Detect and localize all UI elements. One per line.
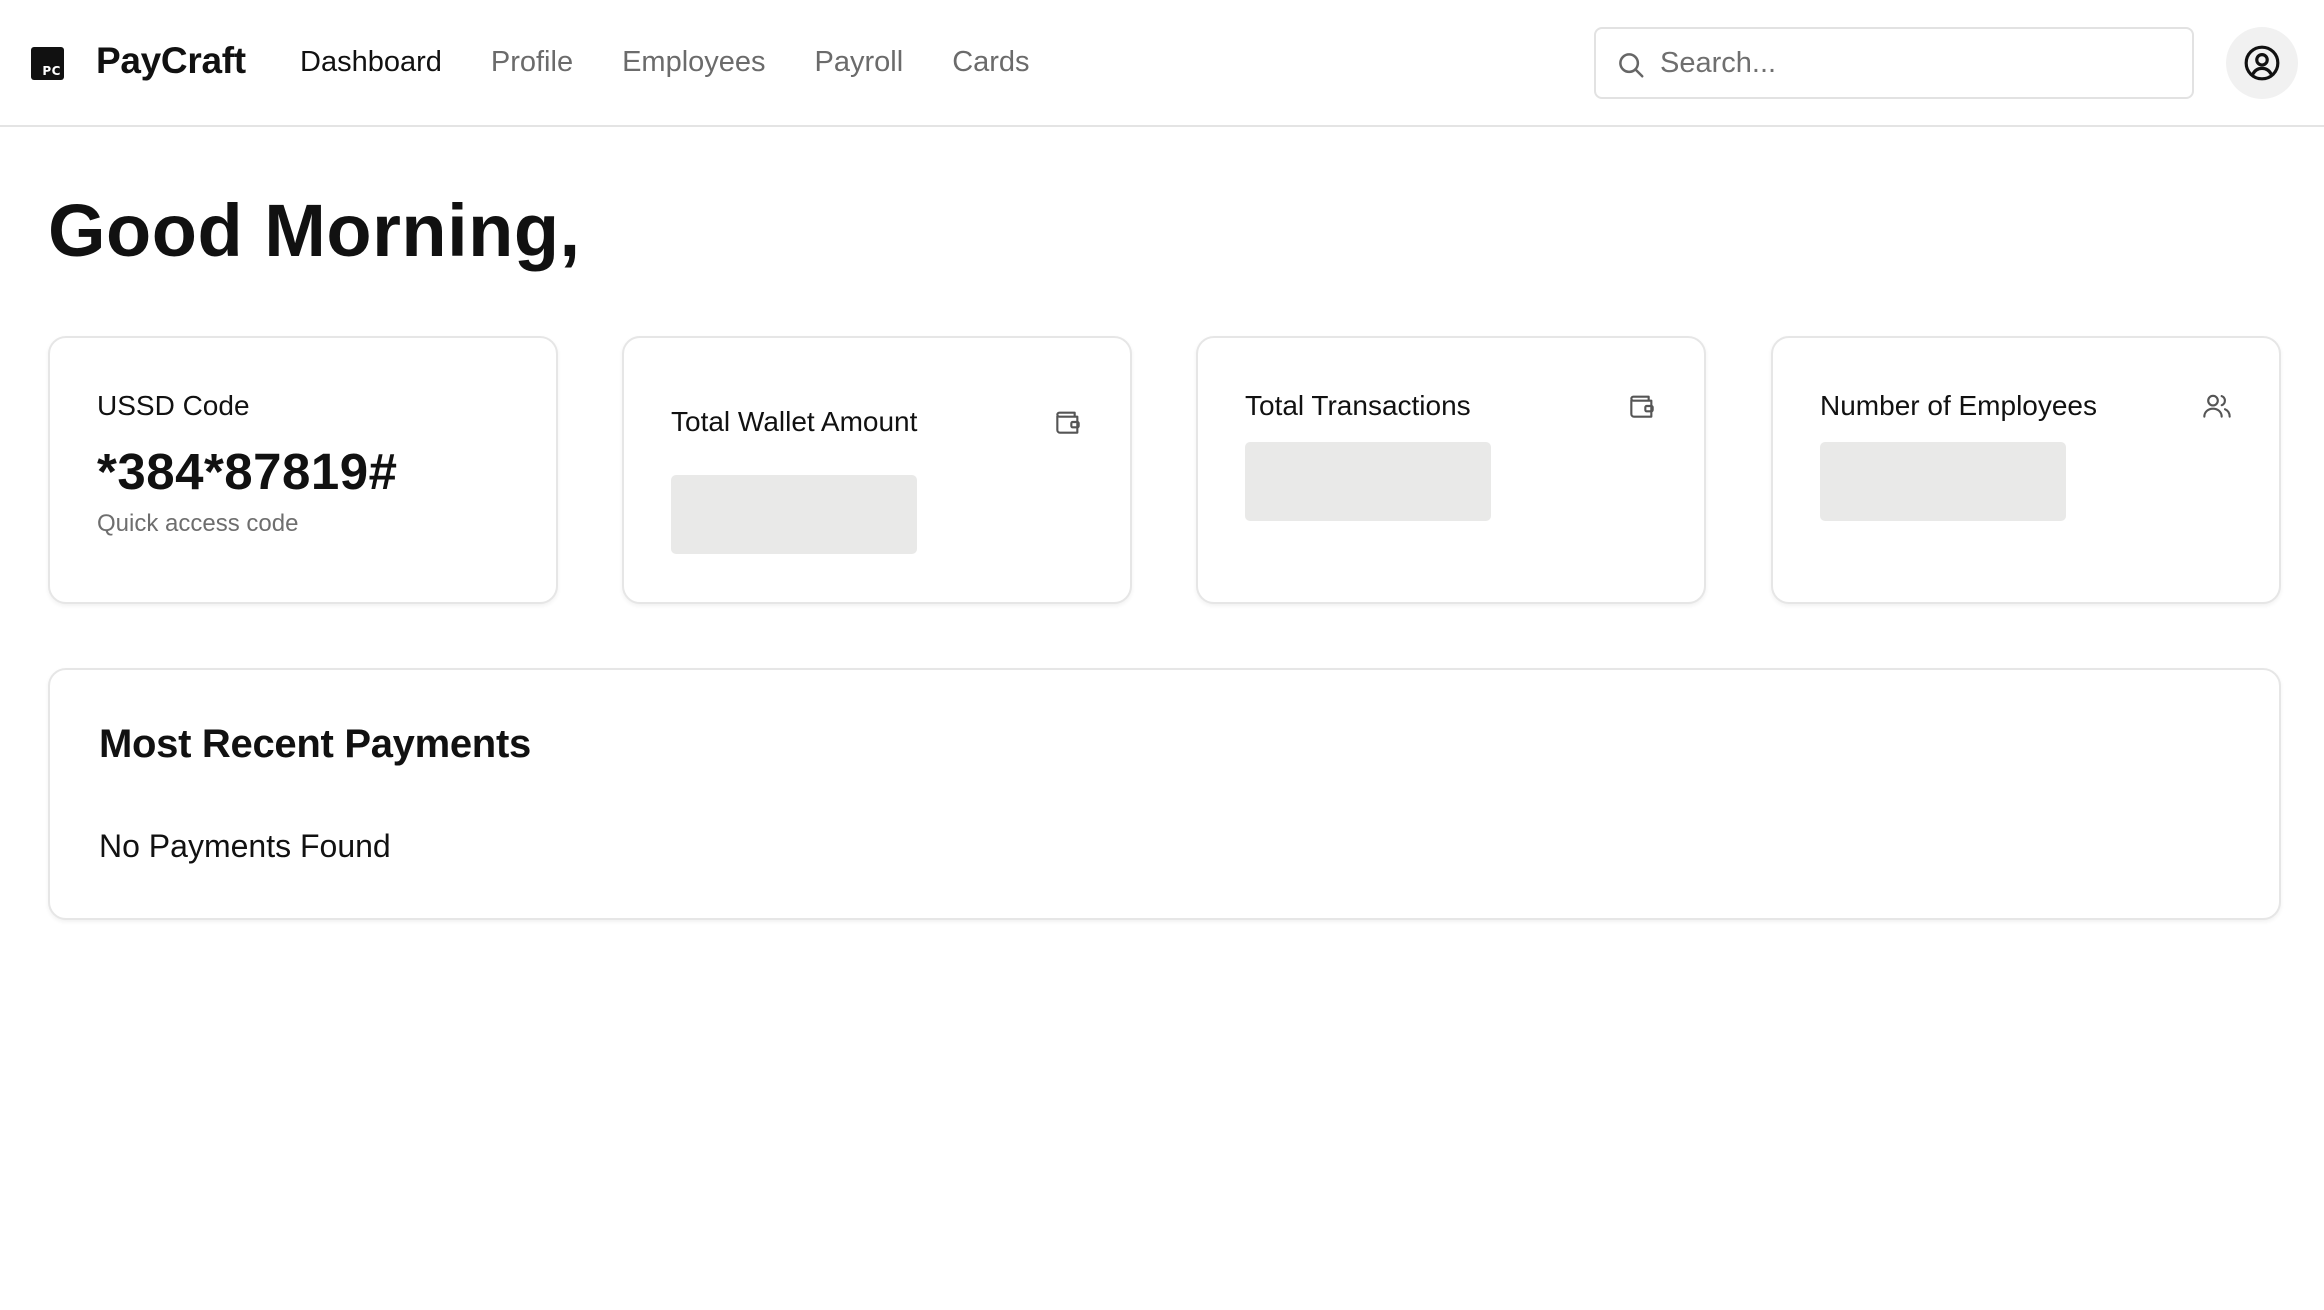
total-transactions-card: Total Transactions: [1196, 336, 1706, 604]
nav-link-payroll[interactable]: Payroll: [815, 46, 904, 79]
nav-link-profile[interactable]: Profile: [491, 46, 573, 79]
no-payments-message: No Payments Found: [99, 828, 391, 864]
number-of-employees-card: Number of Employees: [1771, 336, 2281, 604]
recent-payments-title: Most Recent Payments: [99, 722, 531, 766]
page-greeting: Good Morning,: [48, 189, 581, 272]
transactions-card-title: Total Transactions: [1245, 390, 1471, 421]
employees-card-title: Number of Employees: [1820, 390, 2098, 421]
employees-count-skeleton: [1820, 442, 2066, 521]
ussd-code-card: USSD Code *384*87819# Quick access code: [48, 336, 558, 604]
transactions-count-skeleton: [1245, 442, 1491, 521]
users-icon: [2203, 394, 2231, 418]
logo-text: PC: [42, 64, 61, 78]
wallet-icon: [1056, 411, 1080, 434]
wallet-icon: [1630, 395, 1654, 418]
wallet-amount-skeleton: [671, 475, 917, 554]
paycraft-logo-icon[interactable]: PC: [31, 47, 64, 80]
search-box[interactable]: [1594, 27, 2194, 99]
user-circle-icon: [2244, 45, 2280, 81]
ussd-code-subtitle: Quick access code: [97, 510, 299, 537]
ussd-card-title: USSD Code: [97, 390, 250, 421]
ussd-code-value: *384*87819#: [97, 443, 398, 500]
search-input[interactable]: [1660, 41, 2170, 85]
wallet-card-title: Total Wallet Amount: [671, 406, 918, 437]
nav-link-cards[interactable]: Cards: [952, 46, 1029, 79]
nav-link-employees[interactable]: Employees: [622, 46, 765, 79]
brand-name[interactable]: PayCraft: [96, 40, 246, 82]
main-nav: Dashboard Profile Employees Payroll Card…: [300, 46, 1030, 79]
nav-link-dashboard[interactable]: Dashboard: [300, 46, 442, 79]
search-icon: [1619, 53, 1644, 78]
total-wallet-card: Total Wallet Amount: [622, 336, 1132, 604]
recent-payments-panel: Most Recent Payments No Payments Found: [48, 668, 2281, 920]
top-navigation-bar: PC PayCraft Dashboard Profile Employees …: [0, 0, 2324, 127]
user-menu-button[interactable]: [2226, 27, 2298, 99]
